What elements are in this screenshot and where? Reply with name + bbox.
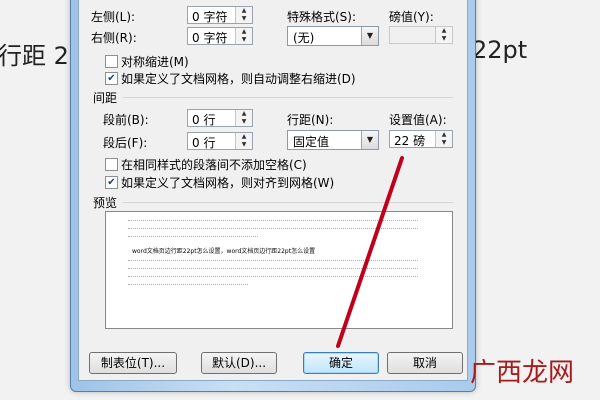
annotation-arrow — [336, 156, 404, 348]
annotation-arrow-line — [336, 156, 404, 348]
watermark-logo-text: 广西龙网 — [470, 358, 575, 388]
